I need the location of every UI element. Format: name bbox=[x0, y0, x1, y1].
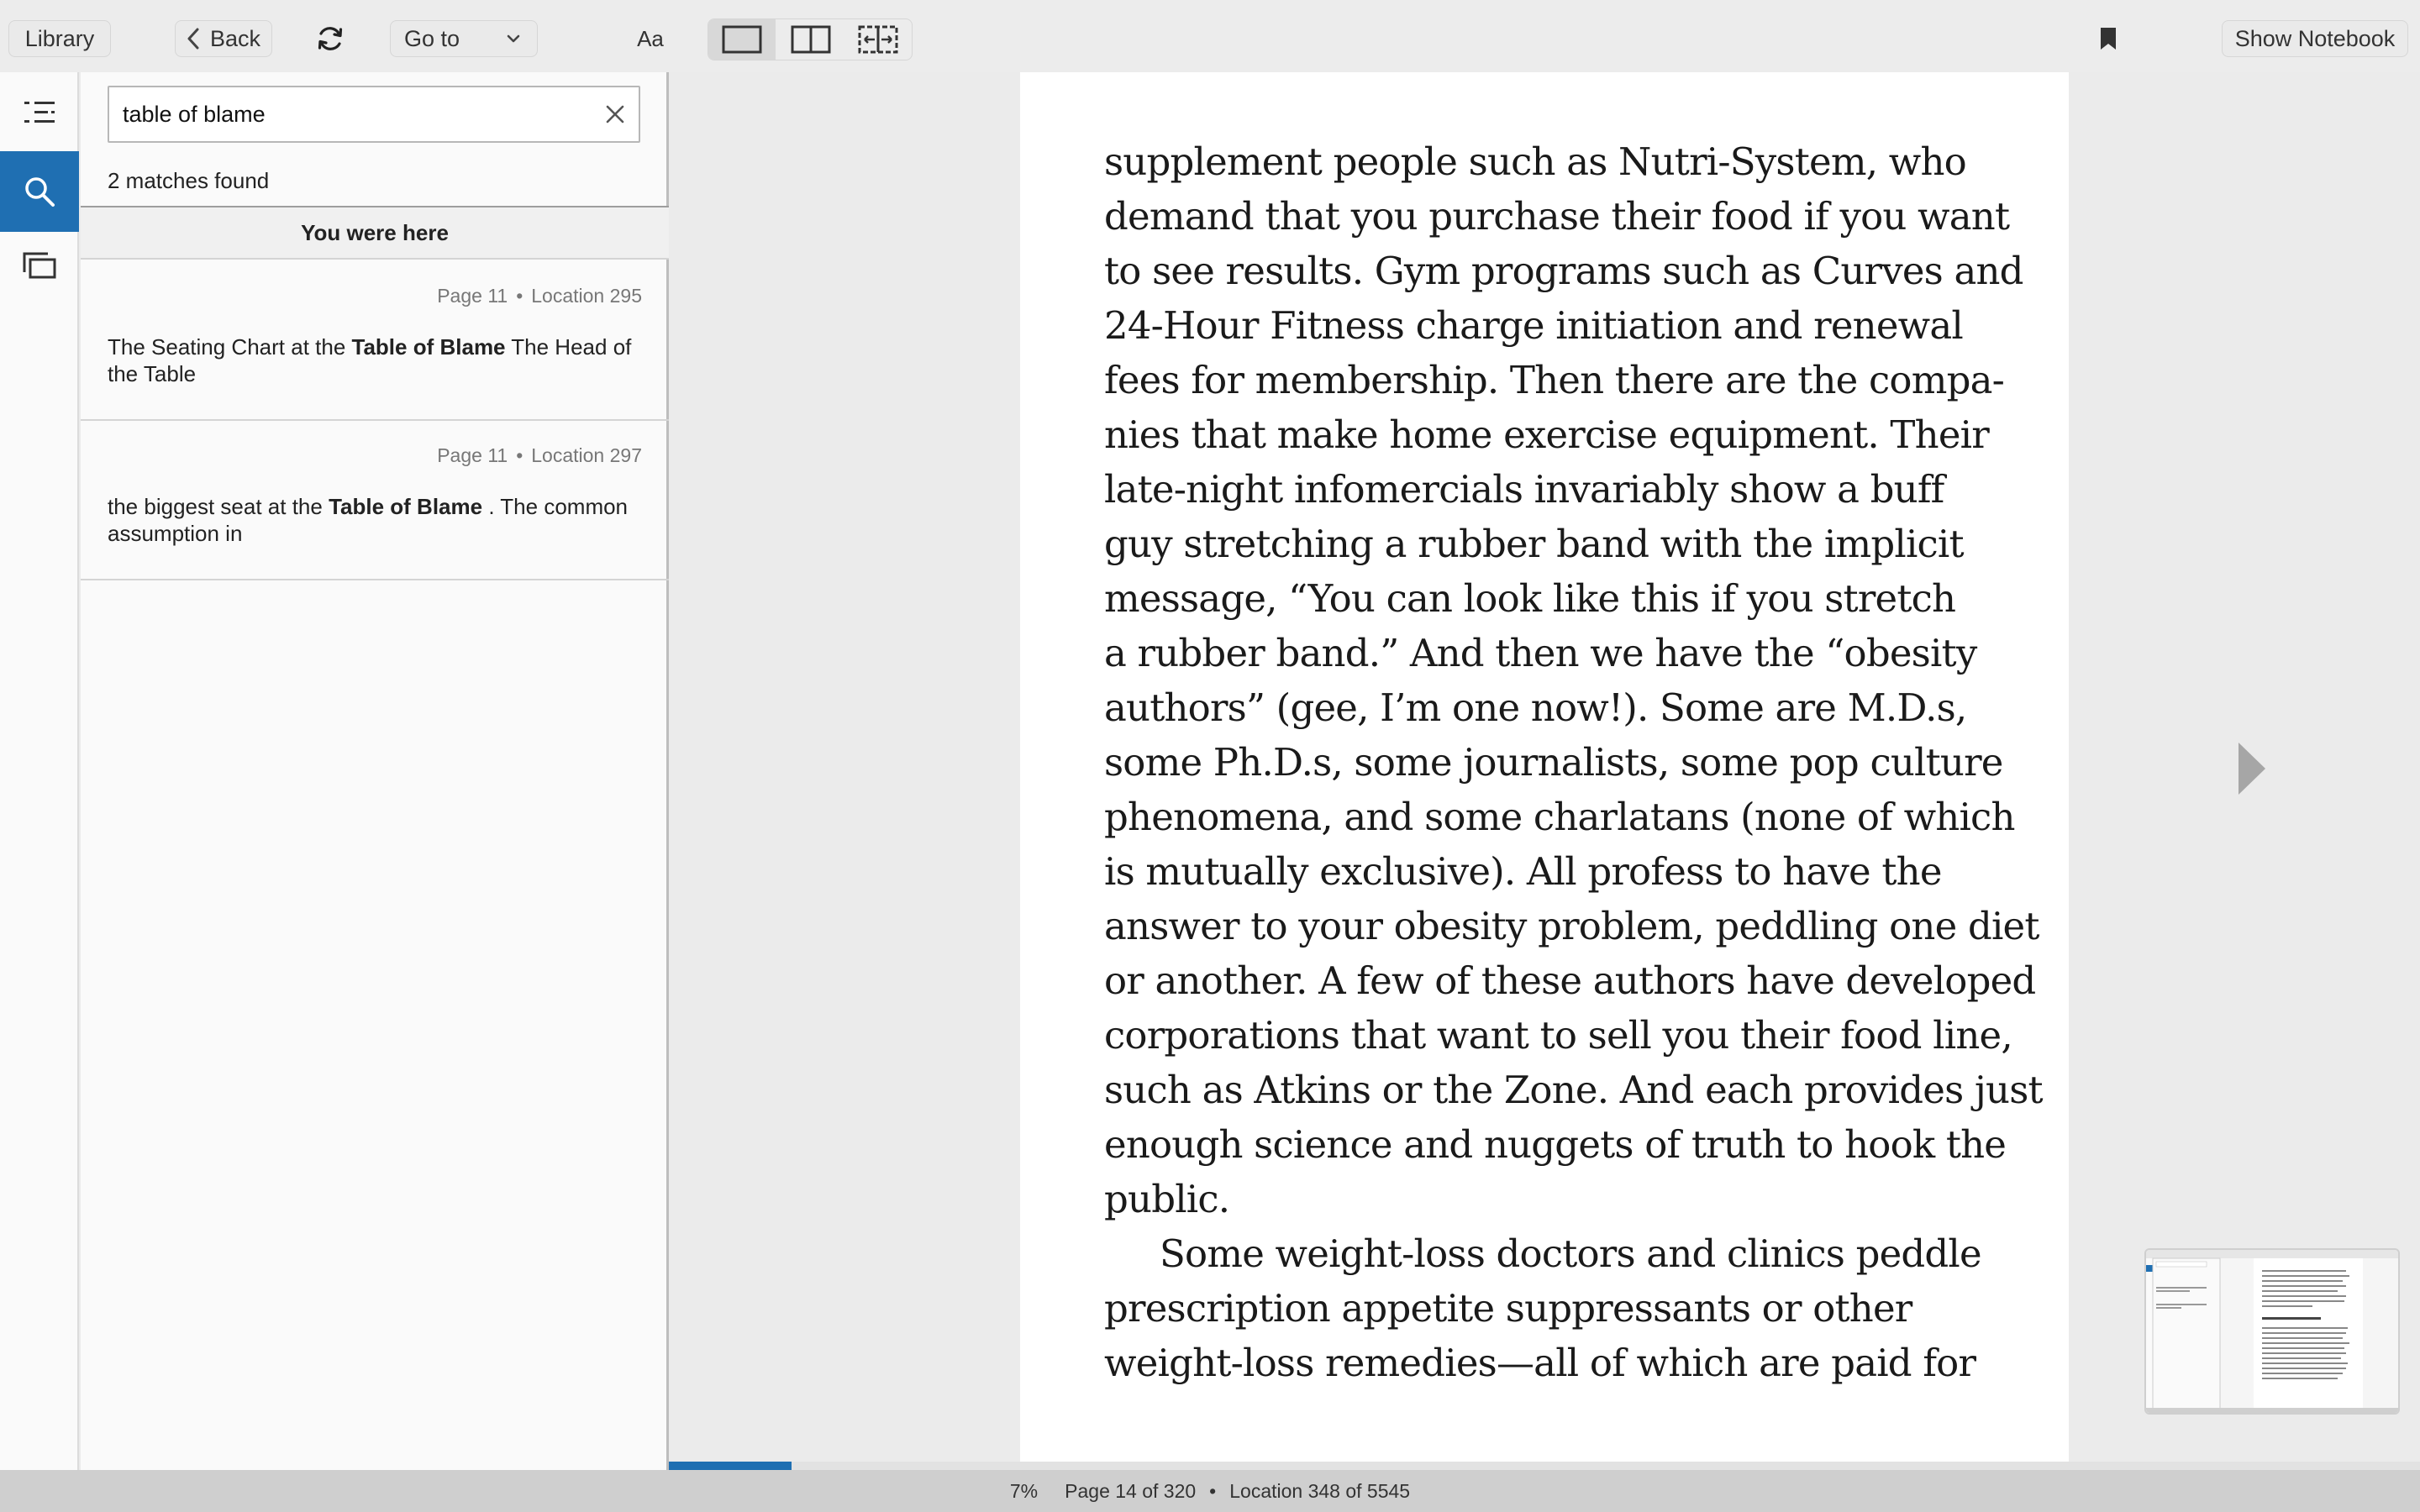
text-line: nies that make home exercise equipment. … bbox=[1104, 412, 1990, 457]
snippet-highlight: Table of Blame bbox=[329, 494, 483, 519]
page-text: supplement people such as Nutri-System, … bbox=[1104, 134, 2044, 1390]
text-line: to see results. Gym programs such as Cur… bbox=[1104, 249, 2023, 293]
result-location: Location 297 bbox=[531, 444, 642, 466]
library-label: Library bbox=[24, 25, 95, 51]
two-page-view-button[interactable] bbox=[777, 19, 844, 60]
table-of-contents-icon bbox=[24, 102, 55, 123]
book-page: supplement people such as Nutri-System, … bbox=[1020, 72, 2069, 1462]
chevron-left-icon bbox=[187, 28, 199, 50]
goto-dropdown[interactable]: Go to bbox=[390, 20, 538, 57]
font-settings-button[interactable]: Aa bbox=[635, 20, 666, 57]
bookmark-icon[interactable] bbox=[2096, 20, 2121, 57]
text-line: prescription appetite suppressants or ot… bbox=[1104, 1286, 1912, 1331]
search-result[interactable]: Page 11 • Location 295 The Seating Chart a… bbox=[81, 261, 669, 421]
text-line: authors” (gee, I’m one now!). Some are M… bbox=[1104, 685, 1967, 730]
progress-fill bbox=[669, 1462, 792, 1470]
text-line: message, “You can look like this if you … bbox=[1104, 576, 1956, 621]
separator-dot: • bbox=[516, 285, 523, 307]
reading-progress-bar[interactable] bbox=[669, 1462, 2420, 1470]
separator-dot: • bbox=[516, 444, 523, 466]
text-line: demand that you purchase their food if y… bbox=[1104, 194, 2010, 239]
result-page: Page 11 bbox=[437, 444, 508, 466]
single-page-icon bbox=[722, 25, 762, 54]
result-location: Location 295 bbox=[531, 285, 642, 307]
page-indicator: Page 14 of 320 bbox=[1065, 1479, 1197, 1502]
text-line: public. bbox=[1104, 1177, 1230, 1221]
text-line: such as Atkins or the Zone. And each pro… bbox=[1104, 1068, 2044, 1112]
snippet-before: the biggest seat at the bbox=[108, 494, 329, 519]
chevron-down-icon bbox=[507, 34, 520, 43]
table-of-contents-button[interactable] bbox=[0, 72, 79, 153]
text-line: corporations that want to sell you their… bbox=[1104, 1013, 2013, 1058]
text-line: guy stretching a rubber band with the im… bbox=[1104, 522, 1965, 566]
library-button[interactable]: Library bbox=[8, 20, 111, 57]
search-input[interactable] bbox=[109, 87, 580, 141]
two-page-icon bbox=[791, 25, 831, 54]
back-label: Back bbox=[209, 25, 261, 51]
text-line: enough science and nuggets of truth to h… bbox=[1104, 1122, 2007, 1167]
show-notebook-label: Show Notebook bbox=[2234, 25, 2396, 51]
fit-page-icon bbox=[858, 25, 898, 54]
search-box bbox=[108, 86, 640, 143]
text-line: late-night infomercials invariably show … bbox=[1104, 467, 1944, 512]
result-meta: Page 11 • Location 297 bbox=[437, 444, 642, 467]
separator-dot: • bbox=[1209, 1479, 1217, 1502]
text-line: phenomena, and some charlatans (none of … bbox=[1104, 795, 2015, 839]
back-button[interactable]: Back bbox=[175, 20, 272, 57]
text-line: is mutually exclusive). All profess to h… bbox=[1104, 849, 1942, 894]
search-result[interactable]: Page 11 • Location 297 the biggest seat at… bbox=[81, 421, 669, 580]
next-page-icon[interactable] bbox=[2235, 739, 2269, 798]
text-line: weight-loss remedies—all of which are pa… bbox=[1104, 1341, 1976, 1385]
location-indicator: Location 348 of 5545 bbox=[1229, 1479, 1411, 1502]
status-bar: 7% Page 14 of 320 • Location 348 of 5545 bbox=[0, 1470, 2420, 1512]
search-icon bbox=[25, 177, 55, 207]
snippet-highlight: Table of Blame bbox=[351, 334, 506, 360]
thumbnail-image bbox=[2146, 1250, 2398, 1413]
snippet-before: The Seating Chart at the bbox=[108, 334, 352, 360]
single-page-view-button[interactable] bbox=[708, 19, 776, 60]
result-page: Page 11 bbox=[437, 285, 508, 307]
result-meta: Page 11 • Location 295 bbox=[437, 285, 642, 307]
percent-read: 7% bbox=[1009, 1479, 1039, 1502]
result-snippet: The Seating Chart at the Table of Blame … bbox=[108, 333, 645, 387]
result-snippet: the biggest seat at the Table of Blame .… bbox=[108, 493, 645, 547]
text-line: Some weight-loss doctors and clinics ped… bbox=[1160, 1231, 1982, 1276]
text-line: 24-Hour Fitness charge initiation and re… bbox=[1104, 303, 1964, 348]
page-preview-thumbnail[interactable] bbox=[2144, 1248, 2400, 1415]
font-settings-label: Aa bbox=[637, 25, 664, 51]
text-line: fees for membership. Then there are the … bbox=[1104, 358, 2005, 402]
match-count: 2 matches found bbox=[108, 168, 270, 193]
search-tab-button[interactable] bbox=[0, 151, 79, 232]
text-line: a rubber band.” And then we have the “ob… bbox=[1104, 631, 1977, 675]
page-layout-toggle bbox=[708, 18, 913, 60]
flashcards-icon bbox=[23, 252, 56, 279]
search-panel: 2 matches found You were here Page 11 • Lo… bbox=[81, 72, 669, 1470]
text-line: some Ph.D.s, some journalists, some pop … bbox=[1104, 740, 2003, 785]
you-were-here-link[interactable]: You were here bbox=[81, 207, 669, 260]
goto-label: Go to bbox=[404, 25, 460, 51]
top-toolbar: Library Back Go to Aa Show Notebook bbox=[0, 0, 2420, 72]
text-line: supplement people such as Nutri-System, … bbox=[1104, 139, 1967, 184]
show-notebook-button[interactable]: Show Notebook bbox=[2222, 20, 2408, 57]
scroll-view-button[interactable] bbox=[844, 19, 912, 60]
text-line: answer to your obesity problem, peddling… bbox=[1104, 904, 2039, 948]
flashcards-button[interactable] bbox=[0, 225, 79, 306]
text-line: or another. A few of these authors have … bbox=[1104, 958, 2036, 1003]
sync-icon[interactable] bbox=[313, 20, 348, 57]
close-icon[interactable] bbox=[603, 102, 627, 126]
left-rail bbox=[0, 72, 79, 1470]
